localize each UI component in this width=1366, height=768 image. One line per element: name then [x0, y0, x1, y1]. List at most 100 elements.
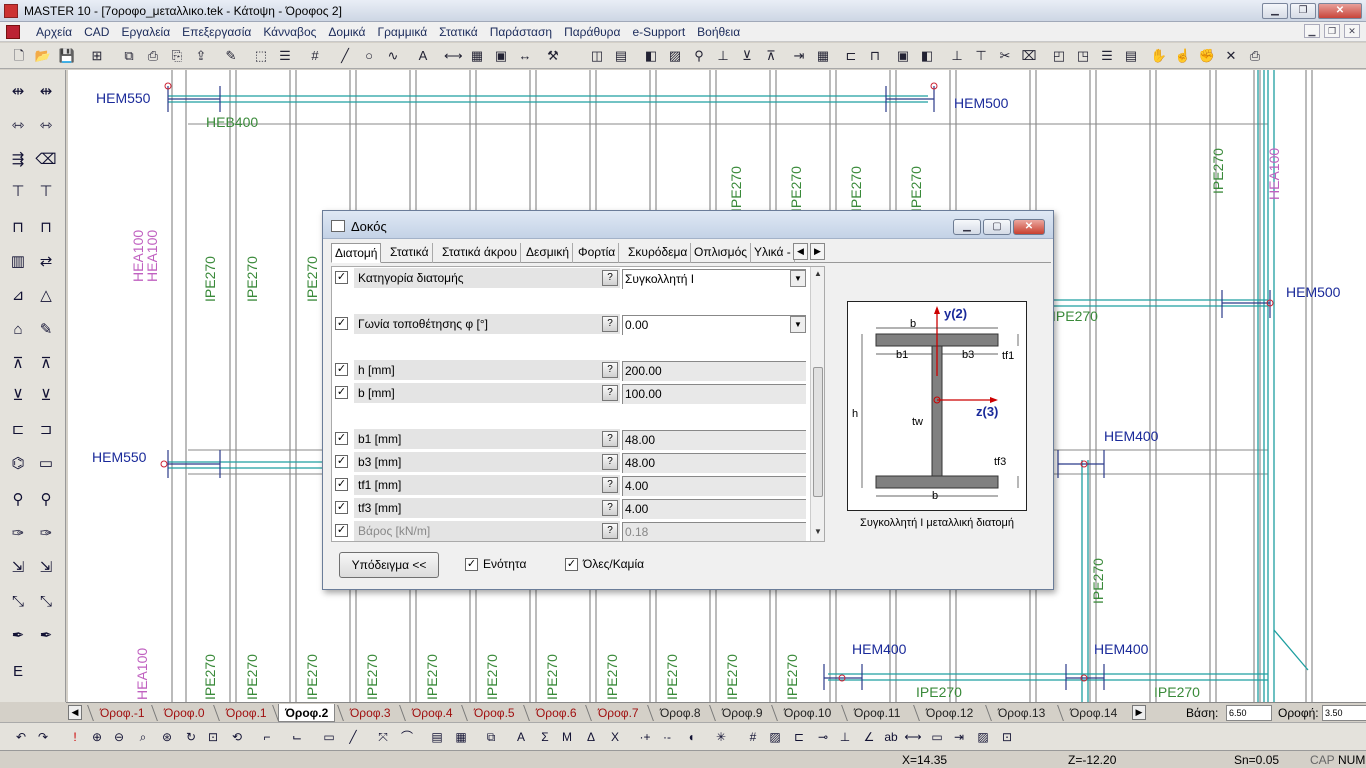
mouse-icon[interactable]: ◖ — [682, 728, 700, 746]
close-button[interactable]: ✕ — [1318, 3, 1362, 19]
floor-tab[interactable]: Όροφ.11 — [848, 704, 906, 722]
monitor-icon[interactable]: ▭ — [34, 452, 58, 476]
unit-checkbox[interactable]: ✓ — [465, 558, 478, 571]
floor-tab[interactable]: Όροφ.8 — [654, 704, 707, 722]
print-preview-icon[interactable]: ⎘ — [168, 47, 186, 65]
tab-loads[interactable]: Φορτία — [575, 243, 620, 263]
tab-tie[interactable]: Δεσμική — [523, 243, 574, 263]
pan-hand-icon[interactable]: ✋ — [1150, 47, 1168, 65]
redo-icon[interactable]: ↷ — [34, 728, 52, 746]
row-checkbox[interactable]: ✓ — [335, 432, 348, 445]
zoom-pan-icon[interactable]: ⊛ — [158, 728, 176, 746]
endpoint-snap-icon[interactable]: ⊏ — [790, 728, 808, 746]
dimension-icon[interactable]: ⟷ — [444, 47, 463, 65]
menu-windows[interactable]: Παράθυρα — [558, 24, 626, 40]
beam-add-icon[interactable]: ⊓ — [6, 216, 30, 240]
load-add-icon[interactable]: ⊼ — [6, 352, 30, 376]
b1-input[interactable]: 48.00 — [622, 430, 806, 450]
probe2-icon[interactable]: ⚲ — [34, 488, 58, 512]
floor-tab[interactable]: Όροφ.10 — [778, 704, 837, 722]
block-icon[interactable]: ▣ — [492, 47, 510, 65]
floor-tab[interactable]: Όροφ.-1 — [94, 704, 151, 722]
dropper-icon[interactable]: ✒ — [6, 624, 30, 648]
open-folder-icon[interactable]: 📂 — [34, 47, 52, 65]
dot-minus-icon[interactable]: ·- — [658, 728, 676, 746]
pipette-icon[interactable]: ✑ — [6, 522, 30, 546]
tab-statics[interactable]: Στατικά — [387, 243, 433, 263]
section-category-select[interactable]: Συγκολλητή Ι ▼ — [622, 269, 806, 289]
text-box-icon[interactable]: Σ — [536, 728, 554, 746]
hatch-snap-icon[interactable]: ▨ — [766, 728, 784, 746]
mdi-minimize-button[interactable]: ▁ — [1304, 24, 1320, 38]
text-a-icon[interactable]: A — [512, 728, 530, 746]
probe-icon[interactable]: ⚲ — [6, 488, 30, 512]
frame-edit-icon[interactable]: ⊐ — [34, 418, 58, 442]
grid-add2-icon[interactable]: ⇹ — [34, 80, 58, 104]
zoom-in-icon[interactable]: ⊕ — [88, 728, 106, 746]
row-checkbox[interactable]: ✓ — [335, 363, 348, 376]
column-edit-icon[interactable]: ⊤ — [34, 180, 58, 204]
refresh-icon[interactable]: ⟲ — [228, 728, 246, 746]
section-cut-icon[interactable]: ⌬ — [6, 452, 30, 476]
row-checkbox[interactable]: ✓ — [335, 386, 348, 399]
help-button[interactable]: ? — [602, 270, 618, 286]
help-button[interactable]: ? — [602, 385, 618, 401]
mdi-close-button[interactable]: ✕ — [1344, 24, 1360, 38]
node-icon[interactable]: ◧ — [642, 47, 660, 65]
arrow-snap-icon[interactable]: ⇥ — [950, 728, 968, 746]
tab-concrete[interactable]: Σκυρόδεμα — [625, 243, 692, 263]
example-button[interactable]: Υπόδειγμα << — [339, 552, 439, 578]
window-snap-icon[interactable]: ▭ — [928, 728, 946, 746]
row-checkbox[interactable]: ✓ — [335, 524, 348, 537]
ortho-icon[interactable]: ⌐ — [258, 728, 276, 746]
b-input[interactable]: 100.00 — [622, 384, 806, 404]
menu-edit[interactable]: Επεξεργασία — [176, 24, 257, 40]
tab-end-statics[interactable]: Στατικά άκρου — [439, 243, 521, 263]
pen-icon[interactable]: ✎ — [34, 318, 58, 342]
floor-tab-active[interactable]: Όροφ.2 — [278, 704, 336, 722]
slab-edit-icon[interactable]: △ — [34, 284, 58, 308]
row-checkbox[interactable]: ✓ — [335, 455, 348, 468]
tf3-input[interactable]: 4.00 — [622, 499, 806, 519]
menu-grid[interactable]: Κάνναβος — [257, 24, 322, 40]
scroll-down-icon[interactable]: ▼ — [812, 527, 824, 539]
b3-input[interactable]: 48.00 — [622, 453, 806, 473]
line-snap-icon[interactable]: ╱ — [344, 728, 362, 746]
help-button[interactable]: ? — [602, 454, 618, 470]
dialog-icon[interactable]: ▤ — [428, 728, 446, 746]
floor-tab[interactable]: Όροφ.12 — [920, 704, 979, 722]
connection-icon[interactable]: ⌧ — [1020, 47, 1038, 65]
dialog-close-button[interactable]: ✕ — [1013, 219, 1045, 235]
tab-section[interactable]: Διατομή — [331, 243, 382, 263]
tab-materials[interactable]: Υλικά - — [751, 243, 795, 263]
slab-icon[interactable]: ▨ — [666, 47, 684, 65]
row-checkbox[interactable]: ✓ — [335, 317, 348, 330]
report-icon[interactable]: ☰ — [1098, 47, 1116, 65]
view3d-icon[interactable]: ◫ — [588, 47, 606, 65]
section-icon[interactable]: ⊼ — [762, 47, 780, 65]
menu-esupport[interactable]: e-Support — [626, 24, 691, 40]
grid-snap-icon[interactable]: # — [744, 728, 762, 746]
frame-snap-icon[interactable]: ⊡ — [998, 728, 1016, 746]
connect-icon[interactable]: ⇲ — [6, 556, 30, 580]
table-icon[interactable]: ▦ — [814, 47, 832, 65]
dialog-minimize-button[interactable]: ▁ — [953, 219, 981, 235]
copy-view-icon[interactable]: ⧉ — [482, 728, 500, 746]
menu-structural[interactable]: Δομικά — [322, 24, 371, 40]
link-icon[interactable]: ⤡ — [6, 590, 30, 614]
render-icon[interactable]: ▤ — [612, 47, 630, 65]
document-icon[interactable] — [6, 25, 20, 39]
column-add-icon[interactable]: ⊤ — [6, 180, 30, 204]
scroll-up-icon[interactable]: ▲ — [812, 269, 824, 281]
zoom-all-icon[interactable]: ⊡ — [204, 728, 222, 746]
load-edit-icon[interactable]: ⊼ — [34, 352, 58, 376]
grid-icon[interactable]: # — [306, 47, 324, 65]
floor-tab[interactable]: Όροφ.4 — [406, 704, 459, 722]
dimension-snap-icon[interactable]: ⟷ — [904, 728, 922, 746]
foundation-icon[interactable]: ⊥ — [948, 47, 966, 65]
calc-icon[interactable]: ▣ — [894, 47, 912, 65]
tabs-scroll-left-icon[interactable]: ◀ — [793, 243, 808, 260]
row-checkbox[interactable]: ✓ — [335, 478, 348, 491]
circle-icon[interactable]: ○ — [360, 47, 378, 65]
help-button[interactable]: ? — [602, 477, 618, 493]
